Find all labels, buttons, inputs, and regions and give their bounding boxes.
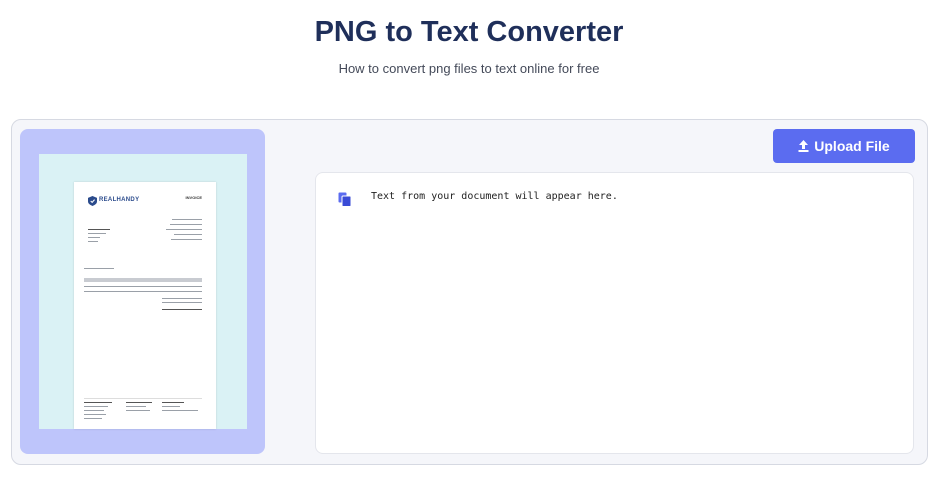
upload-button-label: Upload File (814, 138, 890, 154)
upload-file-button[interactable]: Upload File (773, 129, 915, 163)
document-title: INVOICE (185, 195, 202, 200)
logo-shield-icon (88, 196, 97, 206)
document-logo-text: REALHANDY (99, 197, 140, 203)
converter-panel: REALHANDY INVOICE Upload File Text from … (11, 119, 928, 465)
upload-arrow-icon (798, 140, 809, 152)
page-subtitle: How to convert png files to text online … (338, 61, 600, 76)
page-title: PNG to Text Converter (314, 16, 624, 48)
image-preview: REALHANDY INVOICE (20, 129, 265, 454)
text-output-area[interactable]: Text from your document will appear here… (315, 172, 914, 454)
document-table-header (84, 278, 202, 282)
document-thumbnail: REALHANDY INVOICE (74, 182, 216, 429)
preview-canvas: REALHANDY INVOICE (39, 154, 247, 429)
output-placeholder: Text from your document will appear here… (371, 191, 618, 202)
copy-icon[interactable] (338, 192, 352, 207)
